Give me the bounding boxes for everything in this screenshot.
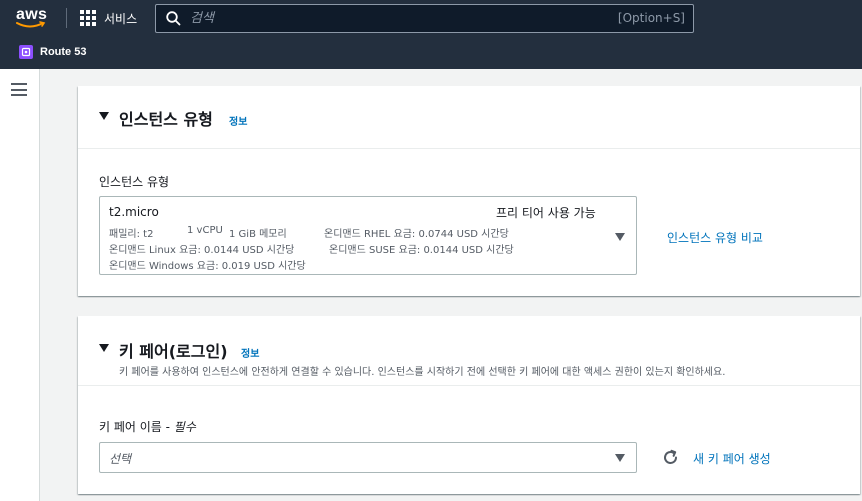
instance-spec-line-3: 온디맨드 Windows 요금: 0.019 USD 시간당 <box>109 257 609 272</box>
aws-smile-icon <box>16 21 46 28</box>
create-keypair-link[interactable]: 새 키 페어 생성 <box>693 450 771 467</box>
instance-type-select[interactable]: t2.micro 프리 티어 사용 가능 패밀리: t2 1 vCPU 1 Gi… <box>99 196 637 275</box>
compare-instance-types-link[interactable]: 인스턴스 유형 비교 <box>667 229 763 246</box>
instance-type-title: 인스턴스 유형 <box>119 110 213 129</box>
instance-type-info-link[interactable]: 정보 <box>229 113 247 128</box>
collapse-caret-icon[interactable] <box>99 112 109 120</box>
service-name-label: Route 53 <box>40 46 87 58</box>
topbar-divider <box>66 8 67 28</box>
instance-type-panel-header: 인스턴스 유형 정보 <box>78 86 860 149</box>
dropdown-caret-icon <box>615 233 625 241</box>
collapse-caret-icon[interactable] <box>99 344 109 352</box>
dropdown-caret-icon <box>615 454 625 462</box>
search-shortcut-hint: [Option+S] <box>617 11 685 25</box>
instance-type-field-label: 인스턴스 유형 <box>99 175 170 189</box>
keypair-panel-header: 키 페어(로그인) 정보 키 페어를 사용하여 인스턴스에 안전하게 연결할 수… <box>78 316 860 386</box>
keypair-name-label: 키 페어 이름 - <box>99 420 174 434</box>
instance-type-panel: 인스턴스 유형 정보 인스턴스 유형 t2.micro 프리 티어 사용 가능 … <box>78 86 860 296</box>
keypair-panel: 키 페어(로그인) 정보 키 페어를 사용하여 인스턴스에 안전하게 연결할 수… <box>78 316 860 494</box>
instance-spec-line-2: 온디맨드 Linux 요금: 0.0144 USD 시간당 온디맨드 SUSE … <box>109 241 609 256</box>
instance-windows-price: 온디맨드 Windows 요금: 0.019 USD 시간당 <box>109 261 306 272</box>
menu-hamburger-icon[interactable] <box>11 83 27 96</box>
instance-family: 패밀리: t2 <box>109 229 154 240</box>
instance-linux-price: 온디맨드 Linux 요금: 0.0144 USD 시간당 <box>109 245 295 256</box>
keypair-title: 키 페어(로그인) <box>119 342 228 361</box>
search-bar[interactable]: [Option+S] <box>155 4 694 33</box>
keypair-select-placeholder: 선택 <box>109 452 132 466</box>
top-navigation-bar: aws 서비스 [Option+S] Route 53 <box>0 0 862 69</box>
route53-icon <box>19 45 33 59</box>
search-icon <box>166 11 181 26</box>
instance-vcpu: 1 vCPU <box>187 225 223 236</box>
services-grid-icon <box>80 10 96 26</box>
services-menu-button[interactable]: 서비스 <box>80 8 137 28</box>
refresh-icon[interactable] <box>662 449 679 466</box>
services-label: 서비스 <box>104 11 138 26</box>
instance-spec-line-1: 패밀리: t2 1 vCPU 1 GiB 메모리 온디맨드 RHEL 요금: 0… <box>109 225 609 240</box>
instance-rhel-price: 온디맨드 RHEL 요금: 0.0744 USD 시간당 <box>324 229 509 240</box>
instance-type-name: t2.micro <box>109 205 159 219</box>
keypair-description: 키 페어를 사용하여 인스턴스에 안전하게 연결할 수 있습니다. 인스턴스를 … <box>119 367 726 378</box>
instance-memory: 1 GiB 메모리 <box>229 229 287 240</box>
keypair-info-link[interactable]: 정보 <box>241 345 259 360</box>
free-tier-label: 프리 티어 사용 가능 <box>496 206 596 220</box>
aws-logo[interactable]: aws <box>14 6 52 32</box>
side-navigation-rail <box>0 69 40 501</box>
instance-suse-price: 온디맨드 SUSE 요금: 0.0144 USD 시간당 <box>329 245 514 256</box>
service-breadcrumb-route53[interactable]: Route 53 <box>19 45 86 59</box>
keypair-select[interactable]: 선택 <box>99 442 637 473</box>
search-input[interactable] <box>190 8 590 29</box>
required-label: 필수 <box>173 420 196 434</box>
keypair-name-field-label: 키 페어 이름 - 필수 <box>99 418 196 435</box>
